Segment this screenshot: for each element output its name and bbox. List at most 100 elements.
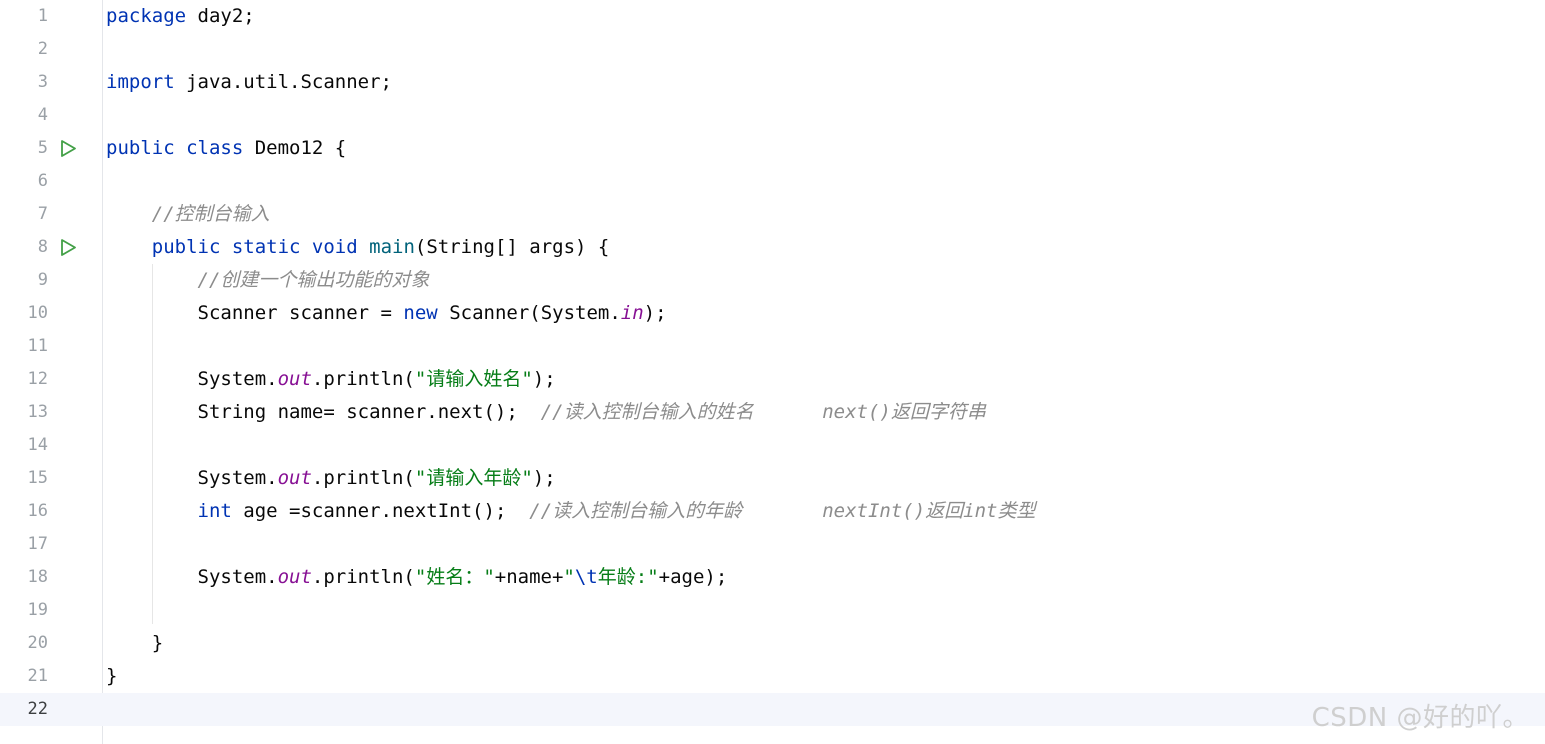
field-token: out [277,566,312,588]
code-token: .println( [311,467,415,489]
line-number: 11 [27,336,48,356]
code-text[interactable]: public class Demo12 { [106,132,346,165]
code-line[interactable]: 2 [0,33,1545,66]
comment-token: //读入控制台输入的年龄 nextInt()返回int类型 [529,500,1036,522]
string-token: " [563,566,575,588]
code-token: System. [106,368,278,390]
code-token: day2; [186,5,255,27]
code-text[interactable]: int age =scanner.nextInt(); //读入控制台输入的年龄… [106,495,1036,528]
code-token: .println( [311,368,415,390]
code-line[interactable]: 10 Scanner scanner = new Scanner(System.… [0,297,1545,330]
code-token: System. [106,566,278,588]
code-token: ); [532,467,556,489]
line-number: 2 [37,39,48,59]
line-number: 7 [37,204,48,224]
line-number: 4 [37,105,48,125]
code-token: } [106,665,118,687]
line-number: 15 [27,468,48,488]
code-line[interactable]: 17 [0,528,1545,561]
line-number: 13 [27,402,48,422]
line-number: 22 [27,699,48,719]
code-token: .println( [311,566,415,588]
code-token: +name+ [494,566,564,588]
code-line[interactable]: 20 } [0,627,1545,660]
code-text[interactable]: public static void main(String[] args) { [106,231,610,264]
field-token: out [277,467,312,489]
code-text[interactable]: System.out.println("请输入年龄"); [106,462,556,495]
run-triangle-icon[interactable] [59,238,78,257]
code-line[interactable]: 21} [0,660,1545,693]
code-line[interactable]: 13 String name= scanner.next(); //读入控制台输… [0,396,1545,429]
line-number: 8 [37,237,48,257]
string-token: "请输入年龄" [414,467,533,489]
code-line[interactable]: 6 [0,165,1545,198]
line-number: 9 [37,270,48,290]
method-token: main [369,236,415,258]
line-number: 19 [27,600,48,620]
line-number: 10 [27,303,48,323]
code-token: Demo12 { [243,137,347,159]
line-number: 14 [27,435,48,455]
comment-token: //创建一个输出功能的对象 [197,269,430,291]
code-text[interactable]: //创建一个输出功能的对象 [106,264,430,297]
code-line[interactable]: 19 [0,594,1545,627]
keyword-token: package [106,5,187,27]
code-text[interactable]: package day2; [106,0,255,33]
code-text[interactable]: Scanner scanner = new Scanner(System.in)… [106,297,667,330]
code-line[interactable]: 7 //控制台输入 [0,198,1545,231]
code-token: Scanner scanner = [106,302,404,324]
code-token: ); [643,302,667,324]
code-line[interactable]: 14 [0,429,1545,462]
code-line[interactable]: 16 int age =scanner.nextInt(); //读入控制台输入… [0,495,1545,528]
keyword-token: int [197,500,232,522]
code-text[interactable]: import java.util.Scanner; [106,66,392,99]
run-triangle-icon[interactable] [59,139,78,158]
line-number: 6 [37,171,48,191]
code-text[interactable]: System.out.println("姓名："+name+"\t年龄:"+ag… [106,561,728,594]
code-line[interactable]: 8 public static void main(String[] args)… [0,231,1545,264]
code-line[interactable]: 1 package day2; [0,0,1545,33]
code-line[interactable]: 12 System.out.println("请输入姓名"); [0,363,1545,396]
field-token: in [620,302,644,324]
code-text[interactable]: } [106,627,163,660]
code-line[interactable]: 15 System.out.println("请输入年龄"); [0,462,1545,495]
code-token: } [106,632,164,654]
line-number: 21 [27,666,48,686]
string-token: 年龄:" [597,566,659,588]
code-line[interactable]: 4 [0,99,1545,132]
code-line[interactable]: 5 public class Demo12 { [0,132,1545,165]
watermark: CSDN @好的吖。 [1311,703,1529,733]
code-line[interactable]: 11 [0,330,1545,363]
line-number: 18 [27,567,48,587]
code-token: String name= scanner.next(); [106,401,541,423]
code-token: Scanner(System. [437,302,621,324]
line-number: 1 [37,6,48,26]
code-line[interactable]: 18 System.out.println("姓名："+name+"\t年龄:"… [0,561,1545,594]
code-line[interactable]: 9 //创建一个输出功能的对象 [0,264,1545,297]
code-token: java.util.Scanner; [174,71,392,93]
line-number: 16 [27,501,48,521]
line-number: 12 [27,369,48,389]
code-token: age =scanner.nextInt(); [231,500,530,522]
code-text[interactable]: //控制台输入 [106,198,270,231]
keyword-token: new [403,302,438,324]
code-text[interactable]: System.out.println("请输入姓名"); [106,363,556,396]
keyword-token: public static void [151,236,358,258]
line-number: 20 [27,633,48,653]
code-token: +age); [658,566,728,588]
code-editor[interactable]: 1 package day2; 2 3 import java.util.Scanner… [0,0,1545,744]
code-text[interactable]: String name= scanner.next(); //读入控制台输入的姓… [106,396,986,429]
code-text[interactable]: } [106,660,117,693]
code-line[interactable]: 3 import java.util.Scanner; [0,66,1545,99]
comment-token: //读入控制台输入的姓名 next()返回字符串 [540,401,986,423]
keyword-token: import [106,71,175,93]
line-number: 17 [27,534,48,554]
string-token: "请输入姓名" [414,368,533,390]
code-token: ); [532,368,556,390]
code-token: (String[] args) { [414,236,610,258]
